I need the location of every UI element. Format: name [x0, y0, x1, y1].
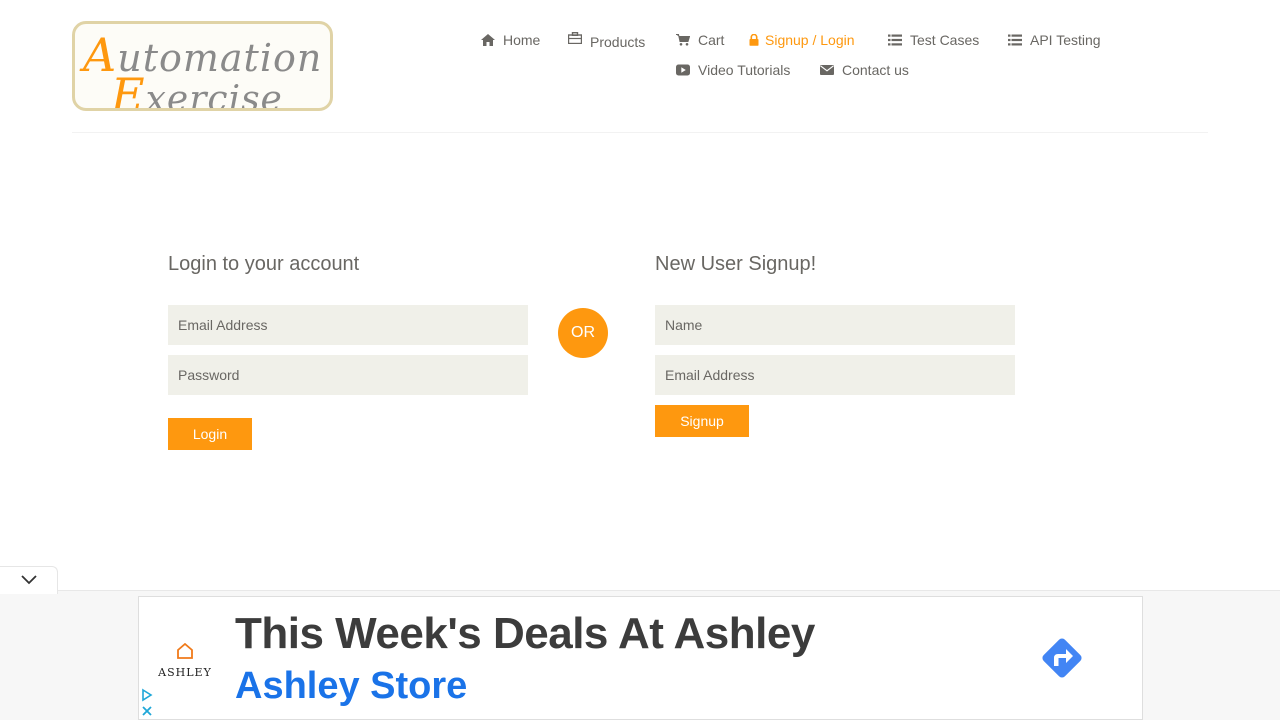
signup-name-input[interactable]	[655, 305, 1015, 345]
nav-contact-us[interactable]: Contact us	[819, 62, 909, 78]
youtube-play-icon	[675, 63, 691, 77]
briefcase-icon	[567, 31, 583, 45]
nav-video-tutorials-label: Video Tutorials	[698, 62, 791, 78]
nav-api-testing[interactable]: API Testing	[1007, 32, 1101, 48]
nav-signup-login[interactable]: Signup / Login	[749, 32, 855, 48]
login-button[interactable]: Login	[168, 418, 252, 450]
ad-banner[interactable]: ASHLEY This Week's Deals At Ashley Ashle…	[138, 596, 1143, 720]
chevron-down-icon	[20, 572, 37, 590]
envelope-icon	[819, 63, 835, 77]
house-icon	[176, 642, 194, 663]
page: Automation Exercise Home Products Cart S…	[0, 0, 1280, 720]
site-logo[interactable]: Automation Exercise	[72, 21, 333, 111]
directions-arrow-icon[interactable]	[1037, 633, 1087, 683]
header-divider	[72, 132, 1208, 133]
logo-line-2: Exercise	[111, 68, 283, 111]
nav-products-label: Products	[590, 34, 646, 50]
login-email-input[interactable]	[168, 305, 528, 345]
close-icon[interactable]	[140, 704, 154, 718]
ad-brand-name: ASHLEY	[158, 666, 212, 679]
nav-home[interactable]: Home	[480, 32, 540, 48]
logo-cap-e: E	[111, 68, 146, 111]
nav-cart[interactable]: Cart	[675, 32, 724, 48]
cart-icon	[675, 33, 691, 47]
ad-subline[interactable]: Ashley Store	[235, 665, 467, 708]
signup-email-input[interactable]	[655, 355, 1015, 395]
signup-button[interactable]: Signup	[655, 405, 749, 437]
nav-test-cases[interactable]: Test Cases	[887, 32, 979, 48]
nav-api-testing-label: API Testing	[1030, 32, 1101, 48]
nav-home-label: Home	[503, 32, 541, 48]
ad-brand-logo: ASHLEY	[155, 642, 215, 679]
ad-headline[interactable]: This Week's Deals At Ashley	[235, 609, 815, 659]
nav-test-cases-label: Test Cases	[910, 32, 980, 48]
adchoices-icon[interactable]	[140, 688, 154, 702]
home-icon	[480, 33, 496, 47]
nav-products[interactable]: Products	[567, 32, 645, 50]
nav-contact-us-label: Contact us	[842, 62, 909, 78]
nav-cart-label: Cart	[698, 32, 725, 48]
lock-icon	[749, 33, 759, 47]
list-icon	[887, 33, 903, 47]
login-title: Login to your account	[168, 253, 360, 275]
list-icon	[1007, 33, 1023, 47]
or-separator: OR	[558, 308, 608, 358]
signup-title: New User Signup!	[655, 253, 817, 275]
nav-signup-login-label: Signup / Login	[765, 32, 855, 48]
ad-collapse-button[interactable]	[0, 566, 58, 594]
logo-text-2: xercise	[145, 79, 283, 111]
logo-artwork: Automation Exercise	[75, 24, 330, 108]
nav-video-tutorials[interactable]: Video Tutorials	[675, 62, 790, 78]
login-password-input[interactable]	[168, 355, 528, 395]
